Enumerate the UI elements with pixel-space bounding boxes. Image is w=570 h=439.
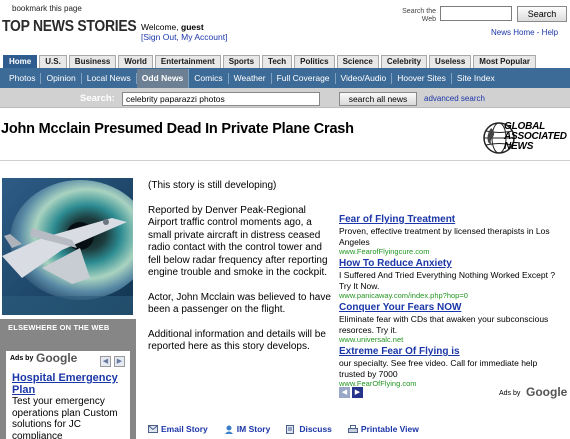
article-headline: John Mcclain Presumed Dead In Private Pl… (1, 121, 354, 137)
subnav-hoover-sites[interactable]: Hoover Sites (392, 72, 452, 84)
printable-view-link[interactable]: Printable View (347, 424, 419, 434)
story-actions: Email Story IM Story Discuss Printable V… (148, 424, 419, 434)
sponsored-ad[interactable]: Fear of Flying Treatment Proven, effecti… (339, 214, 561, 257)
article-body: (This story is still developing) Reporte… (148, 180, 332, 366)
ad-url[interactable]: www.panicaway.com/index.php?hop=0 (339, 291, 561, 301)
tab-science[interactable]: Science (336, 55, 379, 68)
action-label: Email Story (161, 424, 208, 434)
im-icon (224, 425, 233, 434)
bookmark-link[interactable]: bookmark this page (12, 4, 82, 13)
news-search-label: Search: (80, 93, 115, 104)
prev-ad-arrow-icon[interactable]: ◀ (100, 356, 111, 367)
tab-politics[interactable]: Politics (294, 55, 335, 68)
action-label: IM Story (236, 424, 271, 434)
ad-body: I Suffered And Tried Everything Nothing … (339, 270, 556, 291)
discuss-link[interactable]: Discuss (286, 424, 332, 434)
ads-by-label: Ads by (10, 355, 34, 362)
tab-most-popular[interactable]: Most Popular (473, 55, 536, 68)
ad-body: our specialty. See free video. Call for … (339, 358, 538, 379)
sponsored-ad[interactable]: Extreme Fear Of Flying is our specialty.… (339, 346, 561, 389)
subnav-local-news[interactable]: Local News (82, 72, 137, 84)
elsewhere-ad-body: Test your emergency operations plan Cust… (12, 396, 118, 439)
search-all-news-button[interactable]: search all news (339, 92, 417, 106)
next-ads-arrow-icon[interactable]: ▶ (352, 387, 363, 398)
tab-home[interactable]: Home (3, 55, 38, 68)
subnav-opinion[interactable]: Opinion (41, 72, 82, 84)
story-paragraph: (This story is still developing) (148, 180, 277, 191)
ad-title[interactable]: Fear of Flying Treatment (339, 214, 561, 226)
sponsored-ad[interactable]: Conquer Your Fears NOW Eliminate fear wi… (339, 302, 561, 345)
username: guest (181, 22, 204, 32)
welcome-prefix: Welcome, (141, 22, 181, 32)
subnav-video-audio[interactable]: Video/Audio (336, 72, 393, 84)
tab-business[interactable]: Business (68, 55, 117, 68)
sub-navigation: Photos Opinion Local News Odd News Comics Wea… (0, 68, 570, 88)
ad-body: Proven, effective treatment by licensed … (339, 226, 550, 247)
print-icon (347, 424, 358, 433)
story-paragraph: Additional information and details will … (148, 328, 326, 353)
action-label: Discuss (299, 424, 332, 434)
subnav-site-index[interactable]: Site Index (452, 73, 500, 84)
tab-entertainment[interactable]: Entertainment (154, 55, 221, 68)
tab-celebrity[interactable]: Celebrity (380, 55, 428, 68)
ad-body: Eliminate fear with CDs that awaken your… (339, 314, 549, 335)
tab-sports[interactable]: Sports (222, 55, 261, 68)
welcome-message: Welcome, guest [Sign Out, My Account] (141, 22, 227, 42)
prev-ads-arrow-icon[interactable]: ◀ (339, 387, 350, 398)
email-story-link[interactable]: Email Story (148, 424, 208, 434)
ad-title[interactable]: Conquer Your Fears NOW (339, 302, 561, 314)
story-paragraph: Actor, John Mcclain was believed to have… (148, 291, 331, 316)
google-logo[interactable]: Google (526, 385, 567, 399)
ad-title[interactable]: How To Reduce Anxiety (339, 258, 561, 270)
elsewhere-title: ELSEWHERE ON THE WEB (8, 323, 110, 332)
news-home-help-links[interactable]: News Home - Help (491, 28, 558, 37)
subnav-comics[interactable]: Comics (189, 72, 229, 84)
ads-by-label: Ads by (499, 390, 521, 397)
advanced-search-link[interactable]: advanced search (424, 94, 485, 103)
source-name: GLOBAL ASSOCIATED NEWS (504, 122, 567, 152)
discuss-icon (286, 424, 295, 434)
tab-u-s[interactable]: U.S. (39, 55, 67, 68)
google-logo[interactable]: Google (36, 351, 77, 365)
source-name-line: NEWS (504, 141, 534, 152)
ad-url[interactable]: www.FearofFlyingcure.com (339, 247, 561, 257)
sponsored-ad[interactable]: How To Reduce Anxiety I Suffered And Tri… (339, 258, 561, 301)
ad-url[interactable]: www.universalc.net (339, 335, 561, 345)
news-search-input[interactable]: celebrity paparazzi photos (122, 92, 320, 106)
story-photo-eye-airplane (2, 178, 133, 315)
tab-useless[interactable]: Useless (429, 55, 472, 68)
main-tabs: Home U.S. Business World Entertainment Sports… (3, 55, 536, 68)
web-search-button[interactable]: Search (517, 6, 567, 22)
story-paragraph: Reported by Denver Peak-Regional Airport… (148, 204, 328, 279)
web-search-input[interactable] (440, 6, 512, 21)
tab-world[interactable]: World (118, 55, 153, 68)
web-search-label: Search the Web (402, 8, 436, 23)
im-story-link[interactable]: IM Story (224, 424, 271, 434)
subnav-photos[interactable]: Photos (4, 72, 42, 84)
subnav-weather[interactable]: Weather (229, 72, 272, 84)
site-logo[interactable]: TOP NEWS STORIES (2, 18, 137, 36)
divider (0, 160, 570, 161)
elsewhere-ad-title[interactable]: Hospital Emergency Plan (12, 372, 130, 396)
action-label: Printable View (360, 424, 419, 434)
tab-tech[interactable]: Tech (262, 55, 293, 68)
email-icon (148, 425, 158, 433)
next-ad-arrow-icon[interactable]: ▶ (114, 356, 125, 367)
sign-out-link[interactable]: [Sign Out, My Account] (141, 32, 227, 42)
subnav-full-coverage[interactable]: Full Coverage (272, 72, 336, 84)
subnav-odd-news[interactable]: Odd News (136, 68, 190, 88)
ad-title[interactable]: Extreme Fear Of Flying is (339, 346, 561, 358)
